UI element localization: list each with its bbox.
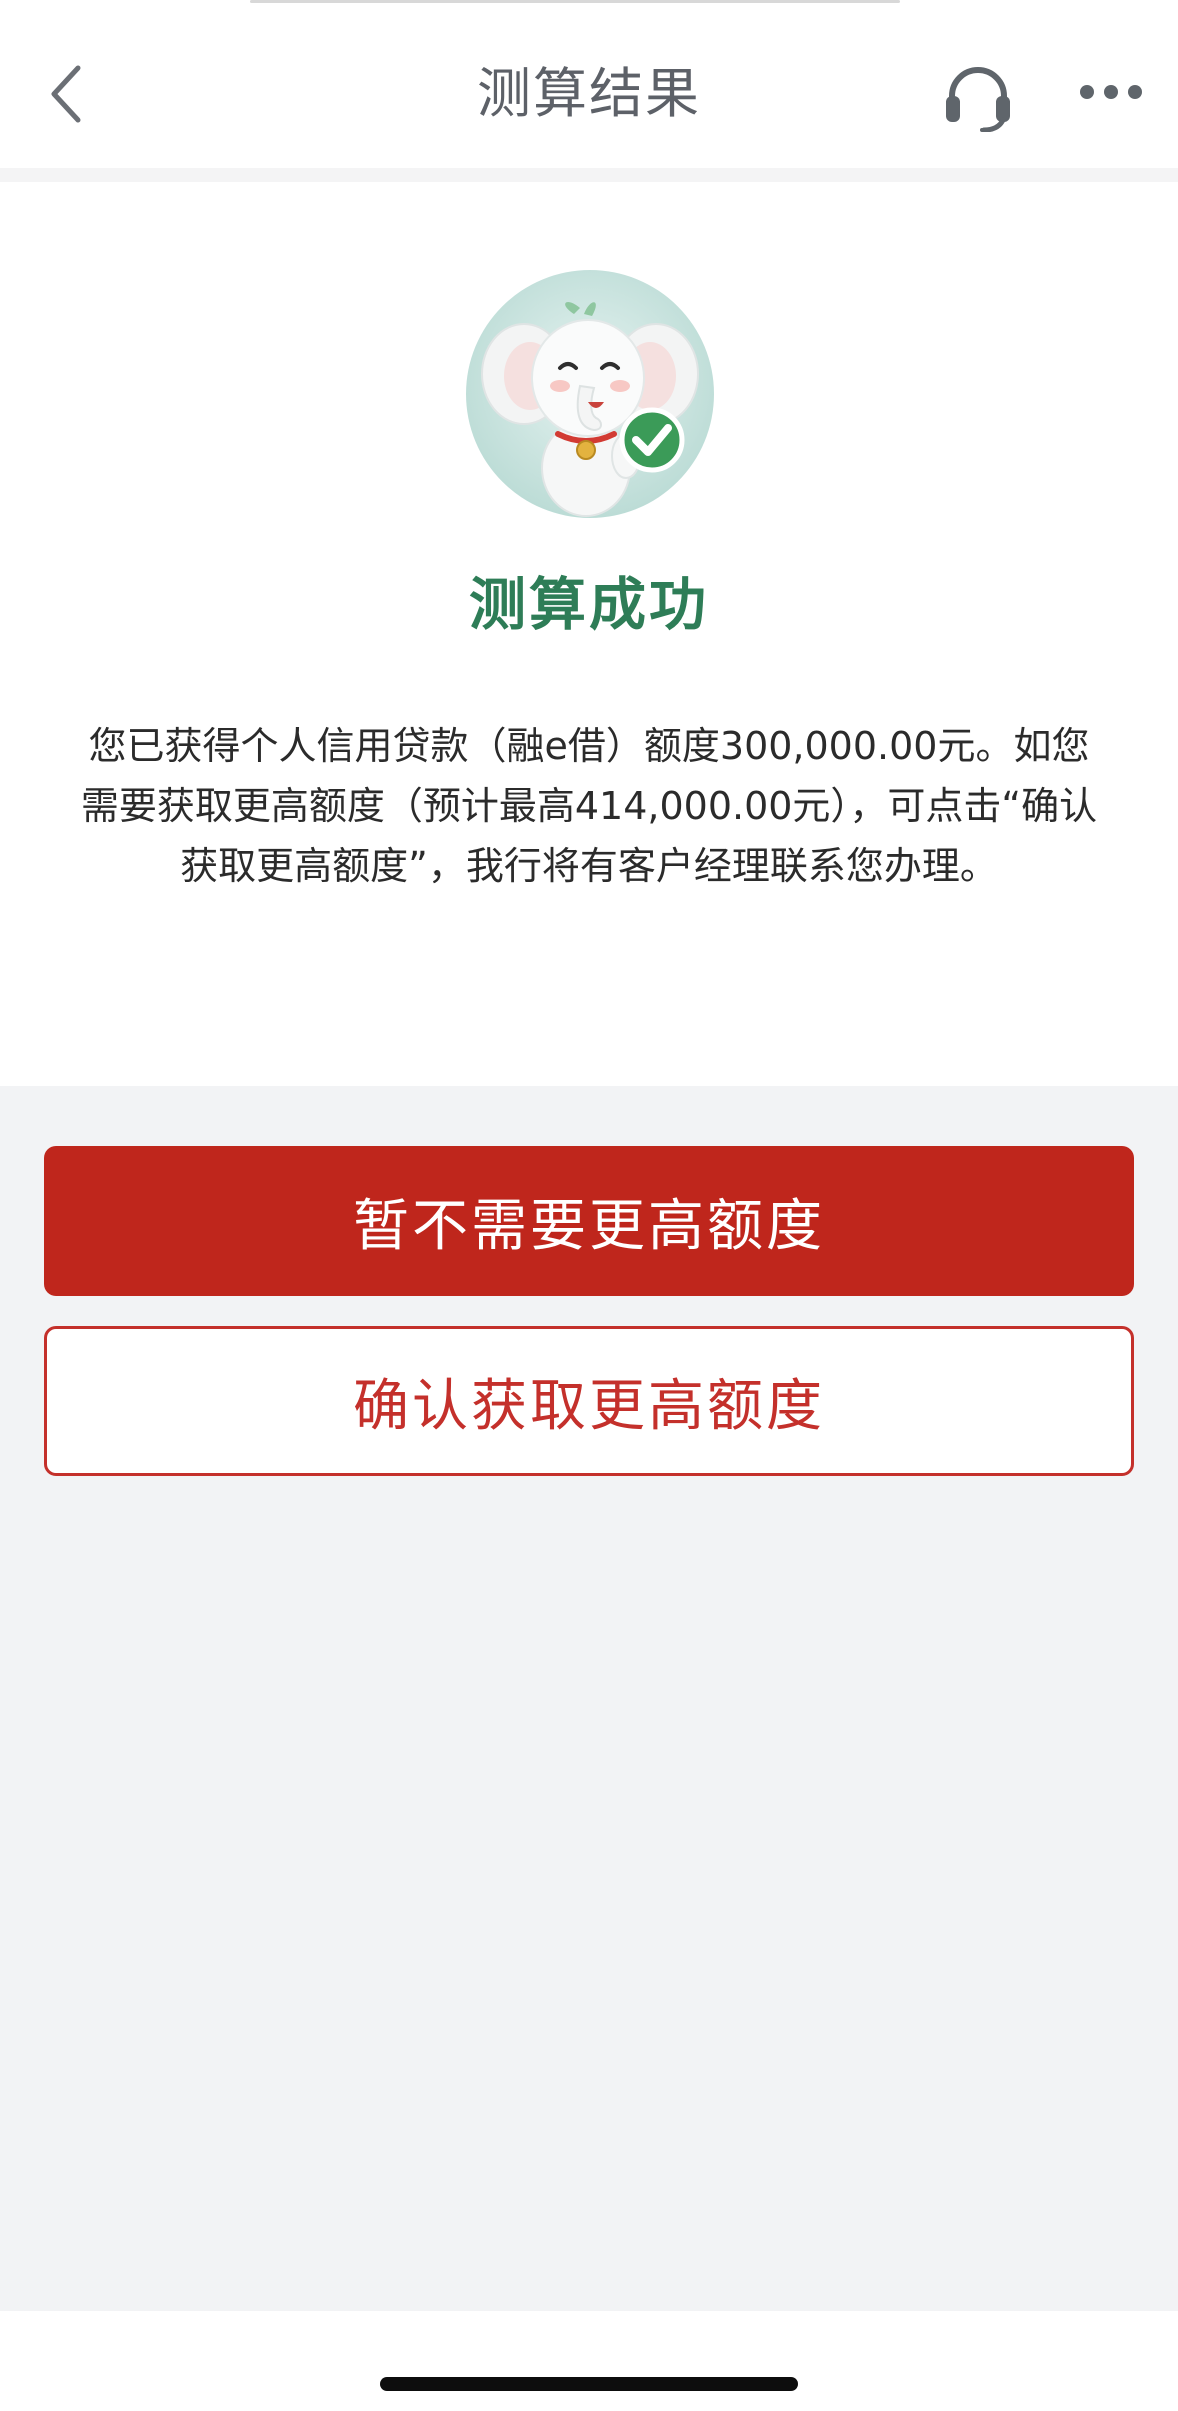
result-description: 您已获得个人信用贷款（融e借）额度300,000.00元。如您需要获取更高额度（… [80,724,1098,888]
more-button[interactable] [1074,70,1148,114]
customer-service-button[interactable] [938,58,1018,132]
status-bar-edge [250,0,900,3]
bottom-bar [0,2311,1178,2411]
more-dots-icon [1080,85,1142,99]
headset-icon [946,67,1010,132]
result-title: 测算成功 [469,572,709,638]
nav-header: 测算结果 [0,0,1178,168]
header-divider [0,168,1178,182]
screen: 测算结果 测算成功 您已获得个人信用贷款（融e借）额度300,000.00元。如… [0,0,1178,2411]
elephant-mascot-check-icon [466,270,714,518]
home-indicator[interactable] [380,2377,798,2391]
result-card: 测算成功 您已获得个人信用贷款（融e借）额度300,000.00元。如您需要获取… [0,182,1178,1086]
decline-higher-limit-button[interactable]: 暂不需要更高额度 [44,1146,1134,1296]
confirm-higher-limit-button[interactable]: 确认获取更高额度 [44,1326,1134,1476]
